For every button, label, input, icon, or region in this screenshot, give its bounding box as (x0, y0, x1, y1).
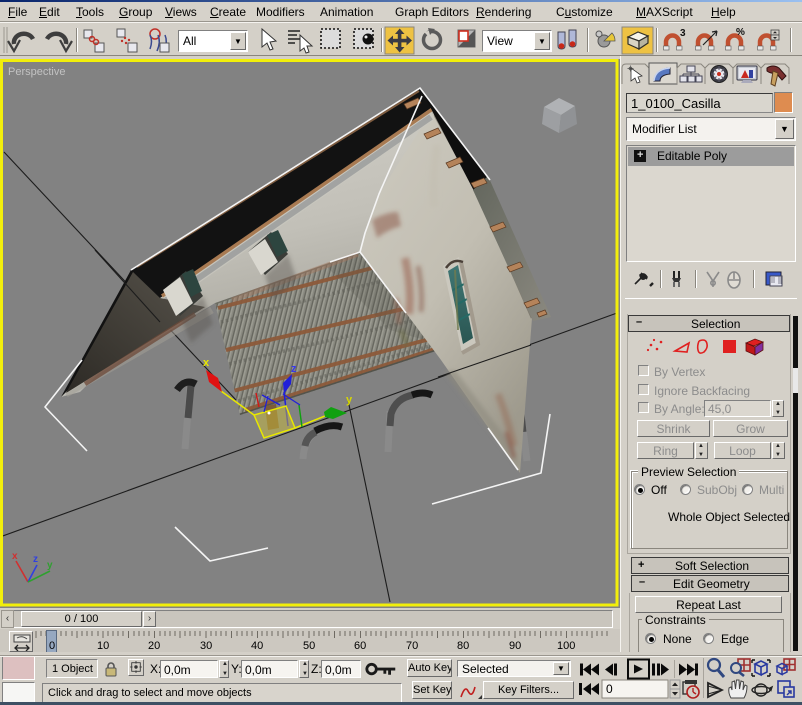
svg-text:y: y (47, 560, 53, 571)
svg-text:x: x (203, 357, 210, 369)
svg-text:y: y (346, 394, 353, 406)
svg-text:z: z (291, 363, 297, 375)
svg-text:z: z (33, 554, 38, 565)
svg-text:x: x (12, 551, 18, 562)
svg-text:3: 3 (680, 28, 686, 39)
svg-text:Perspective: Perspective (8, 66, 65, 78)
svg-text:%: % (736, 27, 745, 38)
svg-text:0: 0 (606, 682, 613, 696)
